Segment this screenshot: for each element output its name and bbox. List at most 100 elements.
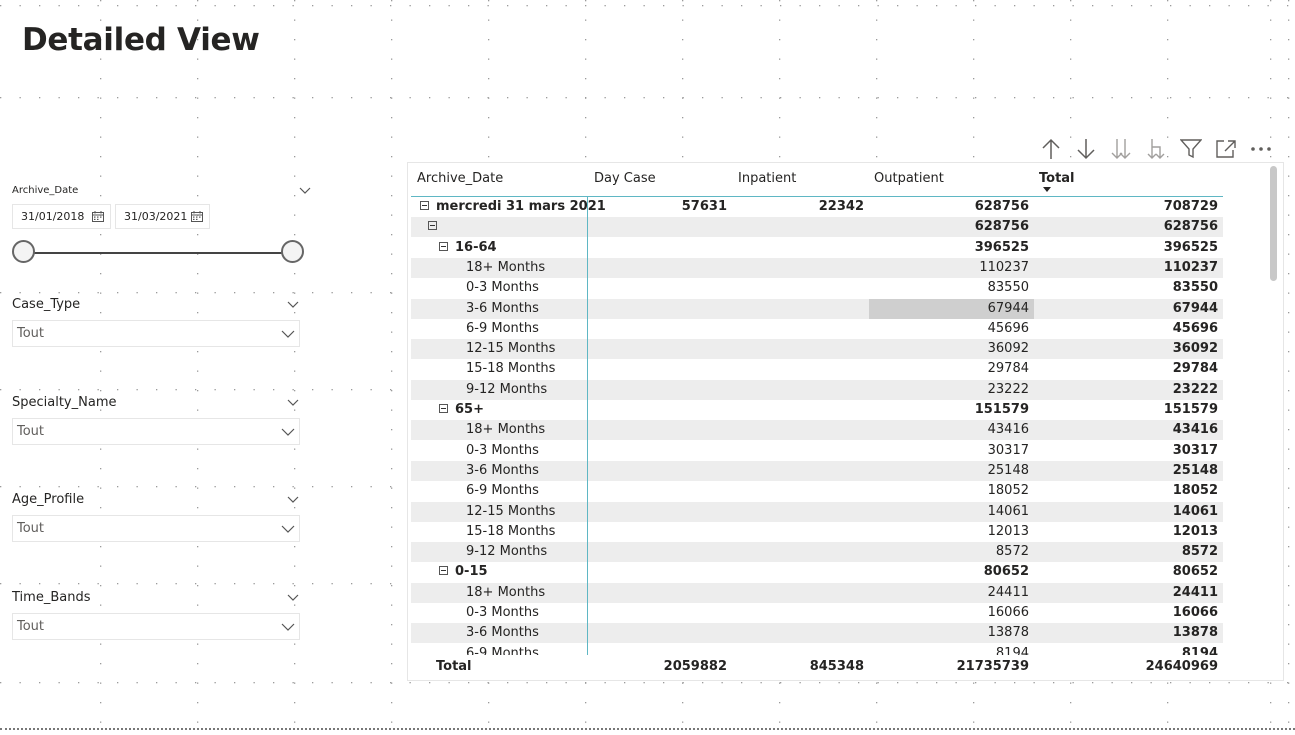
date-range-slider[interactable] xyxy=(12,239,304,267)
table-row[interactable]: 0-3 Months 30317 30317 xyxy=(411,440,1223,461)
chevron-down-icon[interactable] xyxy=(286,590,300,604)
filter-icon[interactable] xyxy=(1178,136,1204,162)
inpatient-value: 22342 xyxy=(818,199,864,214)
total-value: 13878 xyxy=(1172,625,1218,641)
table-row[interactable]: 9-12 Months 23222 23222 xyxy=(411,379,1223,400)
table-row[interactable]: 18+ Months 110237 110237 xyxy=(411,257,1223,278)
table-row[interactable]: 3-6 Months 13878 13878 xyxy=(411,623,1223,644)
table-row[interactable]: 12-15 Months 14061 14061 xyxy=(411,501,1223,522)
collapse-icon[interactable] xyxy=(428,221,437,231)
total-value: 67944 xyxy=(1172,300,1218,316)
row-label: 3-6 Months xyxy=(466,462,539,478)
row-label: 12-15 Months xyxy=(466,503,556,519)
time-bands-dropdown[interactable]: Tout xyxy=(12,613,300,640)
chevron-down-icon[interactable] xyxy=(286,297,300,311)
total-value: 14061 xyxy=(1172,503,1218,519)
total-inpatient: 845348 xyxy=(809,659,864,674)
table-row[interactable]: 18+ Months 24411 24411 xyxy=(411,582,1223,603)
total-grand-total: 24640969 xyxy=(1145,659,1218,674)
outpatient-value: 36092 xyxy=(987,341,1029,357)
case-type-slicer: Case_Type Tout xyxy=(12,294,300,347)
table-row[interactable]: 18+ Months 43416 43416 xyxy=(411,420,1223,441)
row-label: 0-3 Months xyxy=(466,442,539,458)
table-row[interactable]: 12-15 Months 36092 36092 xyxy=(411,339,1223,360)
outpatient-value: 25148 xyxy=(987,462,1029,478)
specialty-name-label: Specialty_Name xyxy=(12,394,117,410)
specialty-name-dropdown[interactable]: Tout xyxy=(12,418,300,445)
table-row[interactable]: 0-3 Months 83550 83550 xyxy=(411,278,1223,299)
outpatient-value: 151579 xyxy=(974,402,1029,417)
age-profile-slicer: Age_Profile Tout xyxy=(12,489,300,542)
case-type-dropdown[interactable]: Tout xyxy=(12,320,300,347)
slider-start-handle[interactable] xyxy=(12,240,35,263)
outpatient-value: 23222 xyxy=(987,381,1029,397)
table-row[interactable]: 15-18 Months 29784 29784 xyxy=(411,359,1223,380)
row-label: 15-18 Months xyxy=(466,361,556,377)
outpatient-value: 67944 xyxy=(987,300,1029,316)
total-value: 24411 xyxy=(1172,584,1218,600)
table-row[interactable]: 15-18 Months 12013 12013 xyxy=(411,521,1223,542)
outpatient-value: 628756 xyxy=(974,219,1029,235)
visual-header xyxy=(1038,136,1274,162)
row-header-cell xyxy=(411,237,587,258)
chevron-down-icon[interactable] xyxy=(298,183,312,197)
calendar-icon[interactable] xyxy=(92,211,104,222)
table-row[interactable]: mercredi 31 mars 2021 57631 22342 628756 708… xyxy=(411,197,1223,217)
table-row[interactable]: 16-64 396525 396525 xyxy=(411,237,1223,258)
page-bottom-border xyxy=(0,728,1295,730)
chevron-down-icon[interactable] xyxy=(286,492,300,506)
end-date-input[interactable]: 31/03/2021 xyxy=(115,204,210,229)
vertical-scrollbar[interactable] xyxy=(1270,166,1277,281)
total-day-case: 2059882 xyxy=(663,659,727,674)
total-row: Total 2059882 845348 21735739 24640969 xyxy=(411,655,1223,679)
table-row[interactable]: 0-3 Months 16066 16066 xyxy=(411,603,1223,623)
collapse-icon[interactable] xyxy=(439,404,448,413)
outpatient-value: 43416 xyxy=(987,422,1029,438)
arrow-down-icon[interactable] xyxy=(1073,136,1099,162)
age-profile-dropdown[interactable]: Tout xyxy=(12,515,300,542)
total-value: 43416 xyxy=(1172,422,1218,438)
calendar-icon[interactable] xyxy=(191,211,203,222)
table-row[interactable]: 6-9 Months 45696 45696 xyxy=(411,318,1223,339)
row-header-cell xyxy=(411,400,587,420)
column-header-archive-date[interactable]: Archive_Date xyxy=(417,171,503,186)
collapse-icon[interactable] xyxy=(439,241,448,251)
focus-mode-icon[interactable] xyxy=(1213,136,1239,162)
total-value: 16066 xyxy=(1172,605,1218,620)
start-date-input[interactable]: 31/01/2018 xyxy=(12,204,111,229)
column-header-total[interactable]: Total xyxy=(1039,171,1075,186)
column-header-outpatient[interactable]: Outpatient xyxy=(874,171,944,186)
table-row[interactable]: 628756 628756 xyxy=(411,217,1223,238)
matrix-table[interactable]: Archive_Date Day Case Inpatient Outpatie… xyxy=(407,162,1284,681)
outpatient-value: 16066 xyxy=(987,605,1029,620)
table-row[interactable]: 6-9 Months 18052 18052 xyxy=(411,481,1223,502)
expand-all-down-icon[interactable] xyxy=(1108,136,1134,162)
total-value: 628756 xyxy=(1163,219,1218,235)
table-row[interactable]: 0-15 80652 80652 xyxy=(411,562,1223,583)
expand-next-level-icon[interactable] xyxy=(1143,136,1169,162)
row-label: 0-15 xyxy=(455,564,488,580)
total-value: 36092 xyxy=(1172,341,1218,357)
outpatient-value: 29784 xyxy=(987,361,1029,377)
row-label: 3-6 Months xyxy=(466,625,539,641)
outpatient-value: 30317 xyxy=(987,442,1029,458)
collapse-icon[interactable] xyxy=(439,566,448,576)
total-value: 30317 xyxy=(1172,442,1218,458)
more-options-icon[interactable] xyxy=(1248,136,1274,162)
table-row[interactable]: 3-6 Months 67944 67944 xyxy=(411,298,1223,319)
table-row[interactable]: 3-6 Months 25148 25148 xyxy=(411,460,1223,481)
total-value: 18052 xyxy=(1172,483,1218,499)
table-row[interactable]: 9-12 Months 8572 8572 xyxy=(411,542,1223,563)
chevron-down-icon[interactable] xyxy=(286,395,300,409)
table-row[interactable]: 65+ 151579 151579 xyxy=(411,400,1223,420)
arrow-up-icon[interactable] xyxy=(1038,136,1064,162)
column-header-day-case[interactable]: Day Case xyxy=(594,171,656,186)
outpatient-value: 396525 xyxy=(974,239,1029,255)
slider-end-handle[interactable] xyxy=(281,240,304,263)
age-profile-value: Tout xyxy=(17,521,45,536)
total-value: 45696 xyxy=(1172,320,1218,336)
column-header-inpatient[interactable]: Inpatient xyxy=(738,171,796,186)
collapse-icon[interactable] xyxy=(420,201,429,210)
total-value: 12013 xyxy=(1172,523,1218,539)
end-date-value: 31/03/2021 xyxy=(124,210,188,223)
